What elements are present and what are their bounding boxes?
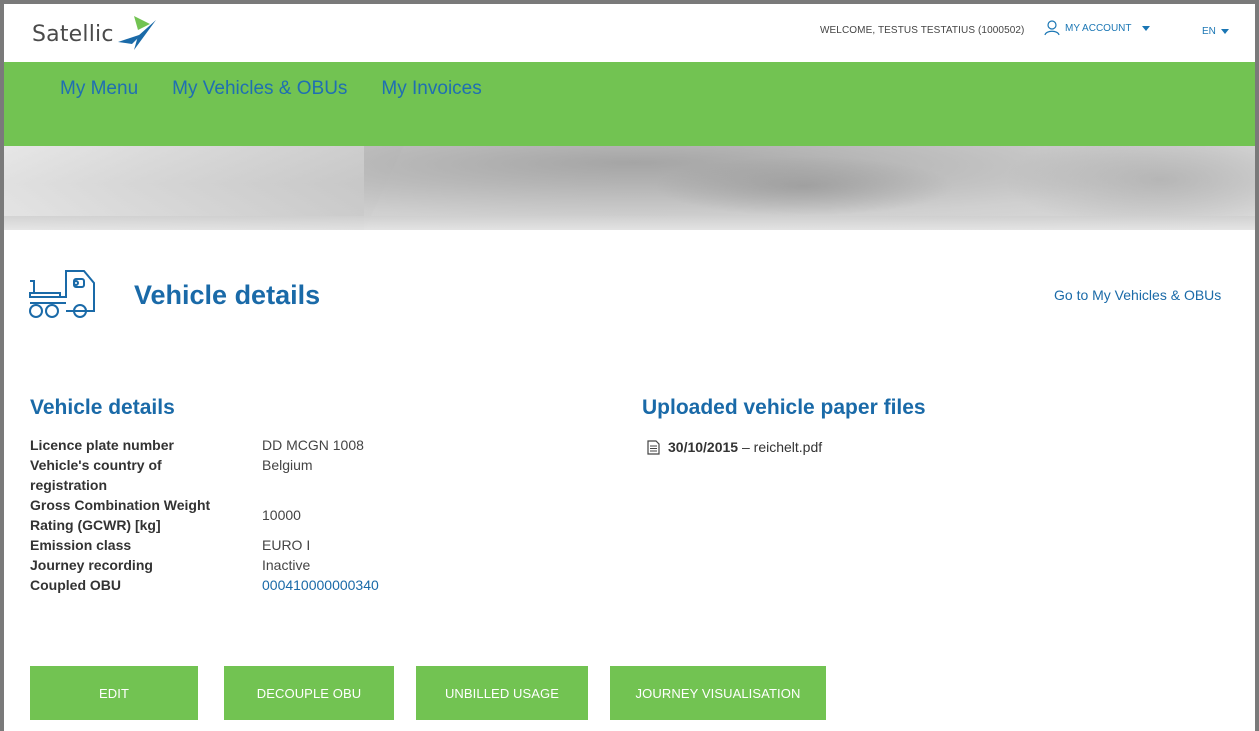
detail-value: Belgium bbox=[262, 457, 313, 473]
unbilled-usage-button[interactable]: UNBILLED USAGE bbox=[416, 666, 588, 720]
user-icon bbox=[1044, 20, 1060, 36]
detail-value: DD MCGN 1008 bbox=[262, 437, 364, 453]
file-entry: 30/10/2015 – reichelt.pdf bbox=[668, 439, 822, 455]
file-name: reichelt.pdf bbox=[753, 439, 823, 455]
hero-banner bbox=[4, 146, 1255, 230]
truck-icon bbox=[29, 270, 95, 318]
detail-label: Licence plate number bbox=[30, 437, 174, 453]
app-window: Satellic WELCOME, TESTUS TESTATIUS (1000… bbox=[0, 0, 1259, 731]
logo-mark-icon bbox=[118, 16, 156, 50]
top-bar: Satellic WELCOME, TESTUS TESTATIUS (1000… bbox=[4, 4, 1255, 62]
detail-value: Inactive bbox=[262, 557, 311, 573]
detail-row: Vehicle's country of registration Belgiu… bbox=[30, 455, 450, 495]
detail-row: Journey recording Inactive bbox=[30, 555, 450, 575]
go-to-my-vehicles-link[interactable]: Go to My Vehicles & OBUs bbox=[1054, 287, 1221, 303]
vehicle-details-list: Licence plate number DD MCGN 1008 Vehicl… bbox=[30, 435, 450, 595]
file-separator: – bbox=[738, 439, 754, 455]
chevron-down-icon bbox=[1141, 25, 1150, 31]
language-label: EN bbox=[1202, 26, 1216, 37]
coupled-obu-link[interactable]: 000410000000340 bbox=[262, 575, 379, 595]
detail-row: Gross Combination Weight Rating (GCWR) [… bbox=[30, 495, 450, 535]
detail-row: Licence plate number DD MCGN 1008 bbox=[30, 435, 450, 455]
detail-value: EURO I bbox=[262, 537, 311, 553]
file-date: 30/10/2015 bbox=[668, 439, 739, 455]
welcome-text: WELCOME, TESTUS TESTATIUS (1000502) bbox=[820, 25, 1025, 36]
nav-item-my-vehicles[interactable]: My Vehicles & OBUs bbox=[172, 78, 347, 100]
nav-item-my-menu[interactable]: My Menu bbox=[60, 78, 138, 100]
document-icon bbox=[647, 439, 660, 455]
detail-label: Gross Combination Weight Rating (GCWR) [… bbox=[30, 497, 211, 533]
main-navigation: My Menu My Vehicles & OBUs My Invoices bbox=[4, 62, 1255, 146]
vehicle-details-heading: Vehicle details bbox=[30, 396, 175, 419]
detail-value: 10000 bbox=[262, 507, 301, 523]
my-account-label: MY ACCOUNT bbox=[1065, 22, 1132, 34]
nav-item-my-invoices[interactable]: My Invoices bbox=[381, 78, 481, 100]
uploaded-files-heading: Uploaded vehicle paper files bbox=[642, 396, 926, 419]
journey-visualisation-button[interactable]: JOURNEY VISUALISATION bbox=[610, 666, 826, 720]
logo-text: Satellic bbox=[32, 22, 114, 47]
page-title: Vehicle details bbox=[134, 280, 321, 310]
detail-label: Journey recording bbox=[30, 557, 153, 573]
detail-row: Emission class EURO I bbox=[30, 535, 450, 555]
detail-label: Emission class bbox=[30, 537, 132, 553]
chevron-down-icon bbox=[1220, 29, 1229, 34]
uploaded-file-item[interactable]: 30/10/2015 – reichelt.pdf bbox=[647, 439, 822, 455]
decouple-obu-button[interactable]: DECOUPLE OBU bbox=[224, 666, 394, 720]
detail-row: Coupled OBU 000410000000340 bbox=[30, 575, 450, 595]
detail-label: Coupled OBU bbox=[30, 577, 121, 593]
language-selector[interactable]: EN bbox=[1202, 26, 1229, 37]
detail-label: Vehicle's country of registration bbox=[30, 457, 162, 493]
satellic-logo[interactable]: Satellic bbox=[32, 16, 156, 50]
my-account-menu[interactable]: MY ACCOUNT bbox=[1044, 20, 1150, 36]
edit-button[interactable]: EDIT bbox=[30, 666, 198, 720]
